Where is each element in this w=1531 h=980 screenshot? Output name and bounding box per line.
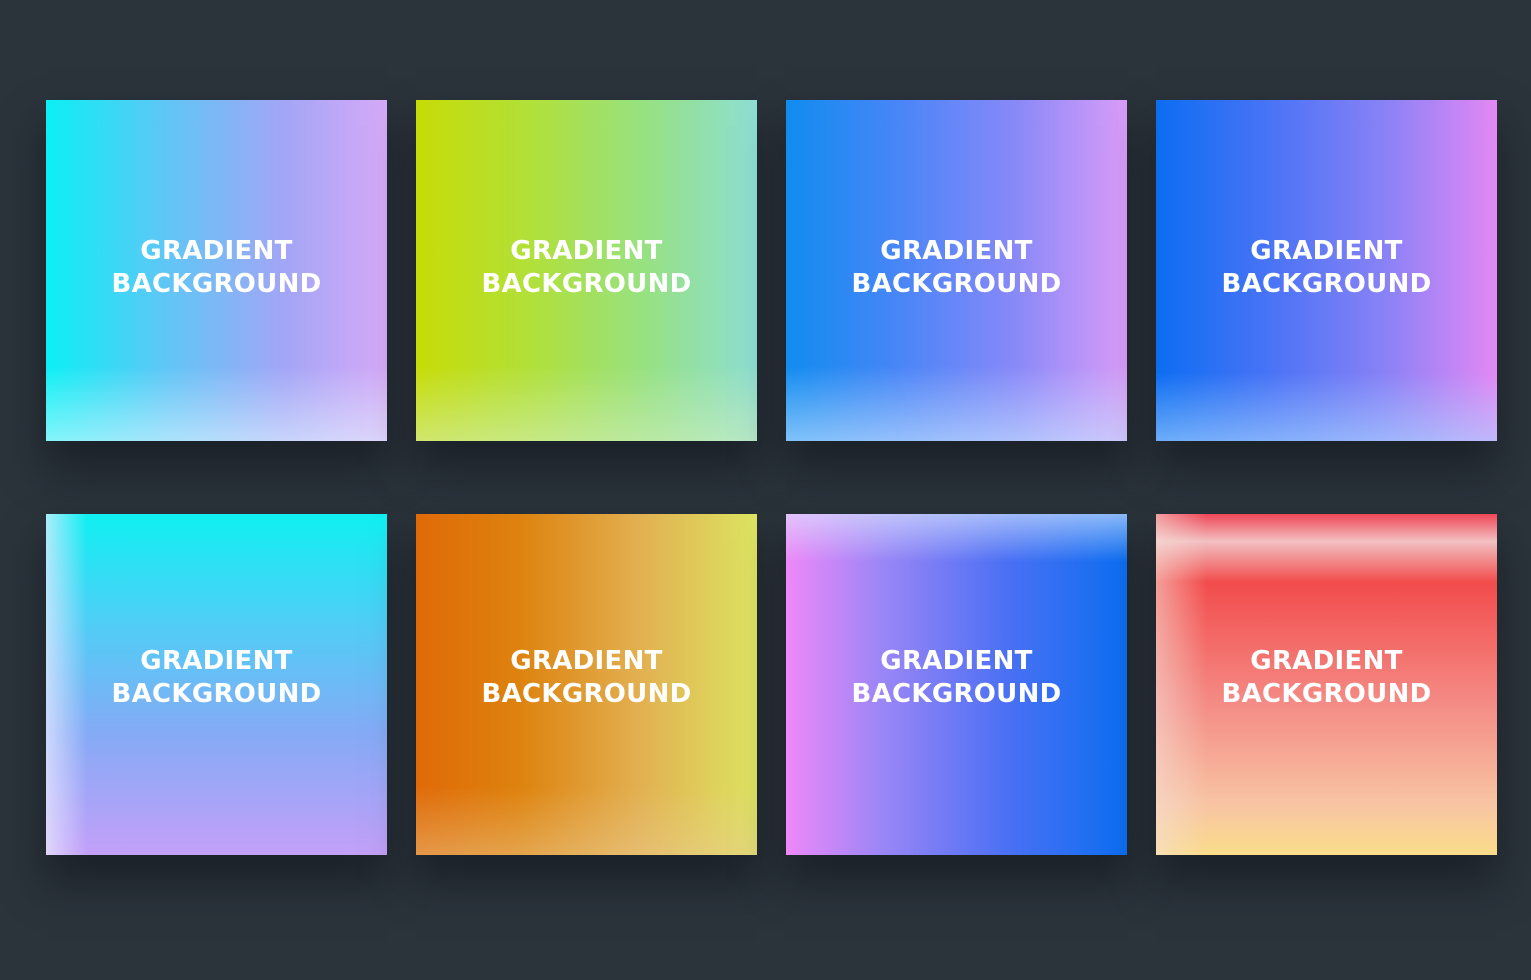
gradient-tile-pink-blue: GRADIENT BACKGROUND [786, 514, 1127, 855]
tile-caption: GRADIENT BACKGROUND [416, 645, 757, 711]
caption-line-2: BACKGROUND [481, 679, 692, 709]
tile-caption: GRADIENT BACKGROUND [46, 645, 387, 711]
caption-line-1: GRADIENT [510, 646, 663, 676]
caption-line-2: BACKGROUND [1221, 269, 1432, 299]
tile-caption: GRADIENT BACKGROUND [786, 645, 1127, 711]
caption-line-1: GRADIENT [510, 236, 663, 266]
tile-caption: GRADIENT BACKGROUND [786, 235, 1127, 301]
tile-caption: GRADIENT BACKGROUND [1156, 645, 1497, 711]
tile-caption: GRADIENT BACKGROUND [1156, 235, 1497, 301]
caption-line-2: BACKGROUND [851, 679, 1062, 709]
gradient-tile-orange-yellow: GRADIENT BACKGROUND [416, 514, 757, 855]
caption-line-2: BACKGROUND [111, 269, 322, 299]
gradient-tile-cyan-lavender: GRADIENT BACKGROUND [46, 100, 387, 441]
caption-line-1: GRADIENT [140, 646, 293, 676]
caption-line-1: GRADIENT [140, 236, 293, 266]
gradient-tile-red-peach: GRADIENT BACKGROUND [1156, 514, 1497, 855]
caption-line-2: BACKGROUND [481, 269, 692, 299]
caption-line-2: BACKGROUND [1221, 679, 1432, 709]
gradient-tile-aqua-lilac: GRADIENT BACKGROUND [46, 514, 387, 855]
caption-line-1: GRADIENT [880, 236, 1033, 266]
gradient-tile-blue-violet: GRADIENT BACKGROUND [786, 100, 1127, 441]
gradient-tile-lime-aqua: GRADIENT BACKGROUND [416, 100, 757, 441]
tile-caption: GRADIENT BACKGROUND [416, 235, 757, 301]
tile-caption: GRADIENT BACKGROUND [46, 235, 387, 301]
caption-line-1: GRADIENT [1250, 646, 1403, 676]
gradient-tile-blue-pink: GRADIENT BACKGROUND [1156, 100, 1497, 441]
caption-line-2: BACKGROUND [851, 269, 1062, 299]
caption-line-1: GRADIENT [1250, 236, 1403, 266]
caption-line-2: BACKGROUND [111, 679, 322, 709]
caption-line-1: GRADIENT [880, 646, 1033, 676]
